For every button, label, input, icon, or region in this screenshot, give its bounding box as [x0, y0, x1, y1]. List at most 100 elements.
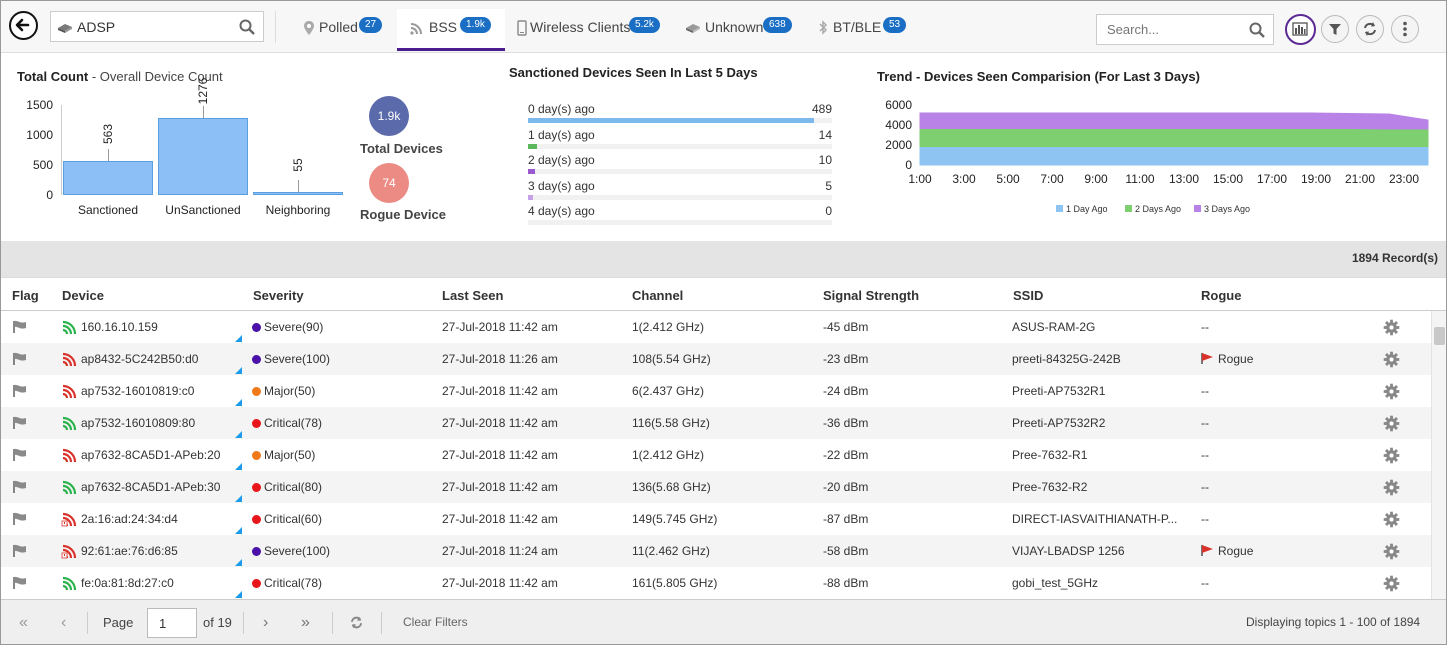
trend-chart-svg: 0 2000 4000 6000 1:00 3:00 5:00 7:00 9:00 11:00 13…	[885, 98, 1429, 214]
rogue-text: --	[1201, 416, 1209, 430]
device-name: ap8432-5C242B50:d0	[81, 352, 199, 366]
chart-view-button[interactable]	[1285, 14, 1316, 45]
bar-chart-bar[interactable]	[158, 118, 248, 195]
page-label: Page	[103, 615, 134, 630]
table-row[interactable]: ap7632-8CA5D1-APeb:30 Critical(80) 27-Jul-…	[1, 471, 1431, 503]
column-header-signal-strength[interactable]: Signal Strength	[823, 288, 919, 303]
severity-text: Major(50)	[264, 384, 316, 398]
flag-icon[interactable]	[12, 416, 28, 430]
flag-icon[interactable]	[12, 320, 28, 334]
refresh-icon[interactable]	[348, 614, 365, 631]
table-row[interactable]: ap7532-16010819:c0 Major(50) 27-Jul-2018 1…	[1, 375, 1431, 407]
refresh-button[interactable]	[1356, 15, 1384, 43]
flag-icon[interactable]	[12, 448, 28, 462]
flag-icon[interactable]	[12, 480, 28, 494]
pagination-divider	[332, 612, 333, 634]
table-row[interactable]: ap7532-16010809:80 Critical(78) 27-Jul-201…	[1, 407, 1431, 439]
flag-icon[interactable]	[12, 352, 28, 366]
trend-series-area[interactable]	[919, 128, 1429, 147]
tab-wireless-clients[interactable]: Wireless Clients 5.2k	[509, 9, 669, 51]
severity-corner-marker	[235, 367, 242, 374]
severity-dot	[252, 323, 261, 332]
page-number-input[interactable]	[147, 608, 197, 638]
rogue-cell: --	[1201, 384, 1209, 398]
flag-icon[interactable]	[12, 576, 28, 590]
pin-icon	[304, 21, 314, 35]
ssid: Pree-7632-R1	[1012, 448, 1088, 462]
severity-dot	[252, 451, 261, 460]
table-scrollbar[interactable]	[1431, 311, 1446, 599]
column-header-rogue[interactable]: Rogue	[1201, 288, 1241, 303]
tab-polled[interactable]: Polled 27	[293, 9, 393, 51]
last-seen: 27-Jul-2018 11:26 am	[442, 352, 558, 366]
displaying-info: Displaying topics 1 - 100 of 1894	[1246, 615, 1421, 629]
gear-icon[interactable]	[1383, 479, 1400, 496]
gear-icon[interactable]	[1383, 319, 1400, 336]
column-header-ssid[interactable]: SSID	[1013, 288, 1043, 303]
wifi-icon	[62, 480, 77, 495]
gear-icon[interactable]	[1383, 543, 1400, 560]
previous-page-icon[interactable]: ‹	[61, 614, 66, 632]
page-total-label: of 19	[203, 615, 232, 630]
search-icon[interactable]	[1249, 22, 1265, 38]
search-input[interactable]	[1097, 15, 1247, 44]
total-devices-circle: 1.9k	[369, 96, 409, 136]
next-page-icon[interactable]: ›	[263, 614, 268, 632]
bluetooth-icon	[819, 20, 828, 35]
table-row[interactable]: ap7632-8CA5D1-APeb:20 Major(50) 27-Jul-201…	[1, 439, 1431, 471]
trend-series-area[interactable]	[919, 146, 1429, 166]
channel: 149(5.745 GHz)	[632, 512, 718, 526]
more-options-button[interactable]	[1391, 15, 1419, 43]
sanctioned-row-value: 14	[818, 127, 832, 142]
pagination-divider	[381, 612, 382, 634]
search-icon[interactable]	[239, 19, 255, 35]
table-row[interactable]: ap8432-5C242B50:d0 Severe(100) 27-Jul-2018…	[1, 343, 1431, 375]
bar-chart-bar[interactable]	[253, 191, 343, 195]
bar-chart-y-tick: 1500	[26, 98, 53, 112]
trend-chart-y-tick: 2000	[885, 138, 912, 152]
wifi-icon	[410, 23, 422, 35]
gear-icon[interactable]	[1383, 511, 1400, 528]
column-header-flag[interactable]: Flag	[12, 288, 39, 303]
trend-legend-item[interactable]: 3 Days Ago	[1194, 204, 1250, 214]
wifi-icon	[62, 320, 77, 335]
filter-button[interactable]	[1321, 15, 1349, 43]
bss-devices-page: ADSP Polled 27 BSS 1.9k Wireless Clients	[0, 0, 1447, 645]
sanctioned-row-bar	[528, 194, 533, 200]
flag-icon[interactable]	[12, 512, 28, 526]
column-header-last-seen[interactable]: Last Seen	[442, 288, 503, 303]
column-header-channel[interactable]: Channel	[632, 288, 683, 303]
wifi-icon	[62, 384, 77, 399]
tab-bss[interactable]: BSS 1.9k	[397, 9, 505, 51]
first-page-icon[interactable]: «	[19, 614, 28, 632]
table-row[interactable]: 2a:16:ad:24:34:d4 Critical(60) 27-Jul-2018…	[1, 503, 1431, 535]
gear-icon[interactable]	[1383, 447, 1400, 464]
back-button[interactable]	[9, 11, 38, 40]
device-name: ap7532-16010819:c0	[81, 384, 195, 398]
severity-cell: Major(50)	[252, 448, 315, 462]
table-row[interactable]: 160.16.10.159 Severe(90) 27-Jul-2018 11:42…	[1, 311, 1431, 343]
site-selector[interactable]: ADSP	[50, 11, 264, 42]
gear-icon[interactable]	[1383, 575, 1400, 592]
trend-legend-item[interactable]: 1 Day Ago	[1056, 204, 1108, 214]
gear-icon[interactable]	[1383, 415, 1400, 432]
rogue-device-circle: 74	[369, 163, 409, 203]
bar-chart-bar[interactable]	[63, 161, 153, 195]
table-row[interactable]: fe:0a:81:8d:27:c0 Critical(78) 27-Jul-2018…	[1, 567, 1431, 599]
trend-series-area[interactable]	[919, 112, 1429, 130]
column-header-severity[interactable]: Severity	[253, 288, 304, 303]
gear-icon[interactable]	[1383, 351, 1400, 368]
last-page-icon[interactable]: »	[301, 614, 310, 632]
tab-bt-ble[interactable]: BT/BLE 53	[811, 9, 915, 51]
column-header-device[interactable]: Device	[62, 288, 104, 303]
clear-filters-button[interactable]: Clear Filters	[403, 615, 468, 629]
table-row[interactable]: 92:61:ae:76:d6:85 Severe(100) 27-Jul-2018 …	[1, 535, 1431, 567]
trend-legend-item[interactable]: 2 Days Ago	[1125, 204, 1181, 214]
device-icon	[686, 24, 700, 33]
gear-icon[interactable]	[1383, 383, 1400, 400]
scrollbar-thumb[interactable]	[1434, 327, 1445, 345]
channel: 1(2.412 GHz)	[632, 448, 705, 462]
flag-icon[interactable]	[12, 384, 28, 398]
tab-unknown[interactable]: Unknown 638	[677, 9, 803, 51]
flag-icon[interactable]	[12, 544, 28, 558]
